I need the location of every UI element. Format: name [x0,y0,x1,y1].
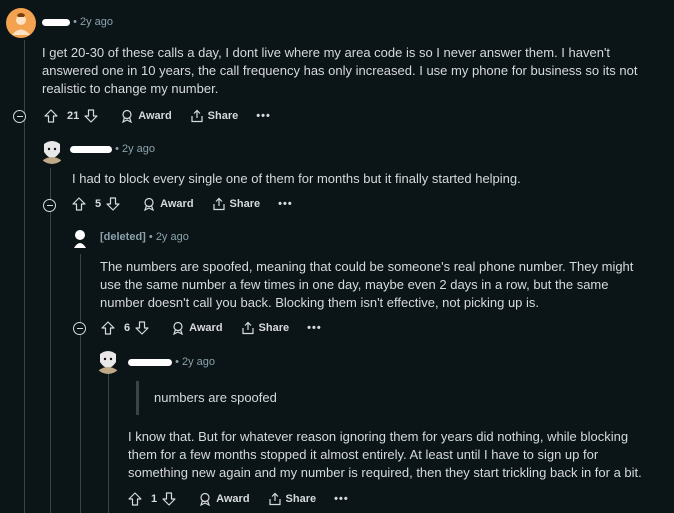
award-button[interactable]: Award [142,197,194,211]
vote-count: 5 [95,198,102,210]
award-label: Award [189,322,223,334]
comment-actions: 1 Award Share ••• [128,490,349,508]
comment-paragraph: The numbers are spoofed, meaning that co… [100,259,634,310]
avatar[interactable] [68,226,92,250]
award-button[interactable]: Award [171,321,223,335]
comment-body: I know that. But for whatever reason ign… [128,428,658,482]
share-button[interactable]: Share [190,109,239,123]
award-icon [173,321,184,335]
share-button[interactable]: Share [241,321,290,335]
redacted-username[interactable] [128,358,172,366]
upvote-icon[interactable] [72,197,86,211]
award-button[interactable]: Award [198,492,250,506]
award-icon [144,197,155,211]
vote-group: 6 [101,321,153,335]
vote-group: 1 [128,492,180,506]
thread-line [50,168,51,513]
share-icon [191,109,203,123]
more-options-icon[interactable]: ••• [278,198,293,210]
vote-group: 21 [44,109,102,123]
comment-paragraph: I had to block every single one of them … [72,171,521,186]
downvote-icon[interactable] [106,197,120,211]
comment-body: The numbers are spoofed, meaning that co… [100,258,652,312]
share-button[interactable]: Share [268,492,317,506]
collapse-button[interactable] [43,199,56,212]
comment-meta: • 2y ago [128,356,215,368]
timestamp: • 2y ago [73,16,113,28]
redacted-username[interactable] [70,145,112,153]
comment-paragraph: I know that. But for whatever reason ign… [128,429,642,480]
share-label: Share [229,198,261,210]
award-label: Award [160,198,194,210]
comment-meta: [deleted] • 2y ago [100,231,189,243]
award-icon [122,109,133,123]
avatar[interactable] [94,346,122,374]
avatar[interactable] [38,136,66,164]
comment-meta: • 2y ago [70,143,155,155]
redacted-username[interactable] [42,18,70,26]
vote-count: 1 [151,493,158,505]
upvote-icon[interactable] [44,109,58,123]
comment-actions: 5 Award Share ••• [72,195,293,213]
blockquote: numbers are spoofed [154,389,634,407]
vote-count: 21 [67,110,80,122]
upvote-icon[interactable] [128,492,142,506]
vote-count: 6 [124,322,131,334]
award-label: Award [138,110,172,122]
more-options-icon[interactable]: ••• [307,322,322,334]
timestamp: • 2y ago [175,356,215,368]
award-icon [200,492,211,506]
upvote-icon[interactable] [101,321,115,335]
username[interactable]: [deleted] [100,231,146,243]
more-options-icon[interactable]: ••• [334,493,349,505]
thread-line [108,372,109,513]
collapse-button[interactable] [13,110,26,123]
comment-actions: 6 Award Share ••• [101,319,322,337]
more-options-icon[interactable]: ••• [256,110,271,122]
timestamp: • 2y ago [115,143,155,155]
timestamp: • 2y ago [148,231,189,243]
downvote-icon[interactable] [135,321,149,335]
thread-line [24,40,25,513]
quote-text: numbers are spoofed [154,390,277,405]
share-label: Share [285,493,317,505]
downvote-icon[interactable] [84,109,98,123]
award-button[interactable]: Award [120,109,172,123]
share-label: Share [258,322,290,334]
blockquote-bar [136,381,139,415]
share-icon [268,492,281,506]
collapse-button[interactable] [73,322,86,335]
share-icon [241,321,254,335]
avatar[interactable] [6,8,36,38]
comment-actions: 21 Award Share ••• [44,107,271,125]
vote-group: 5 [72,197,124,211]
downvote-icon[interactable] [162,492,176,506]
comment-paragraph: I get 20-30 of these calls a day, I dont… [42,45,638,96]
share-label: Share [207,110,239,122]
thread-line [80,254,81,513]
share-icon [212,197,225,211]
comment-meta: • 2y ago [42,16,113,28]
comment-body: I had to block every single one of them … [72,170,652,188]
share-button[interactable]: Share [212,197,261,211]
award-label: Award [216,493,250,505]
comment-body: I get 20-30 of these calls a day, I dont… [42,44,652,98]
